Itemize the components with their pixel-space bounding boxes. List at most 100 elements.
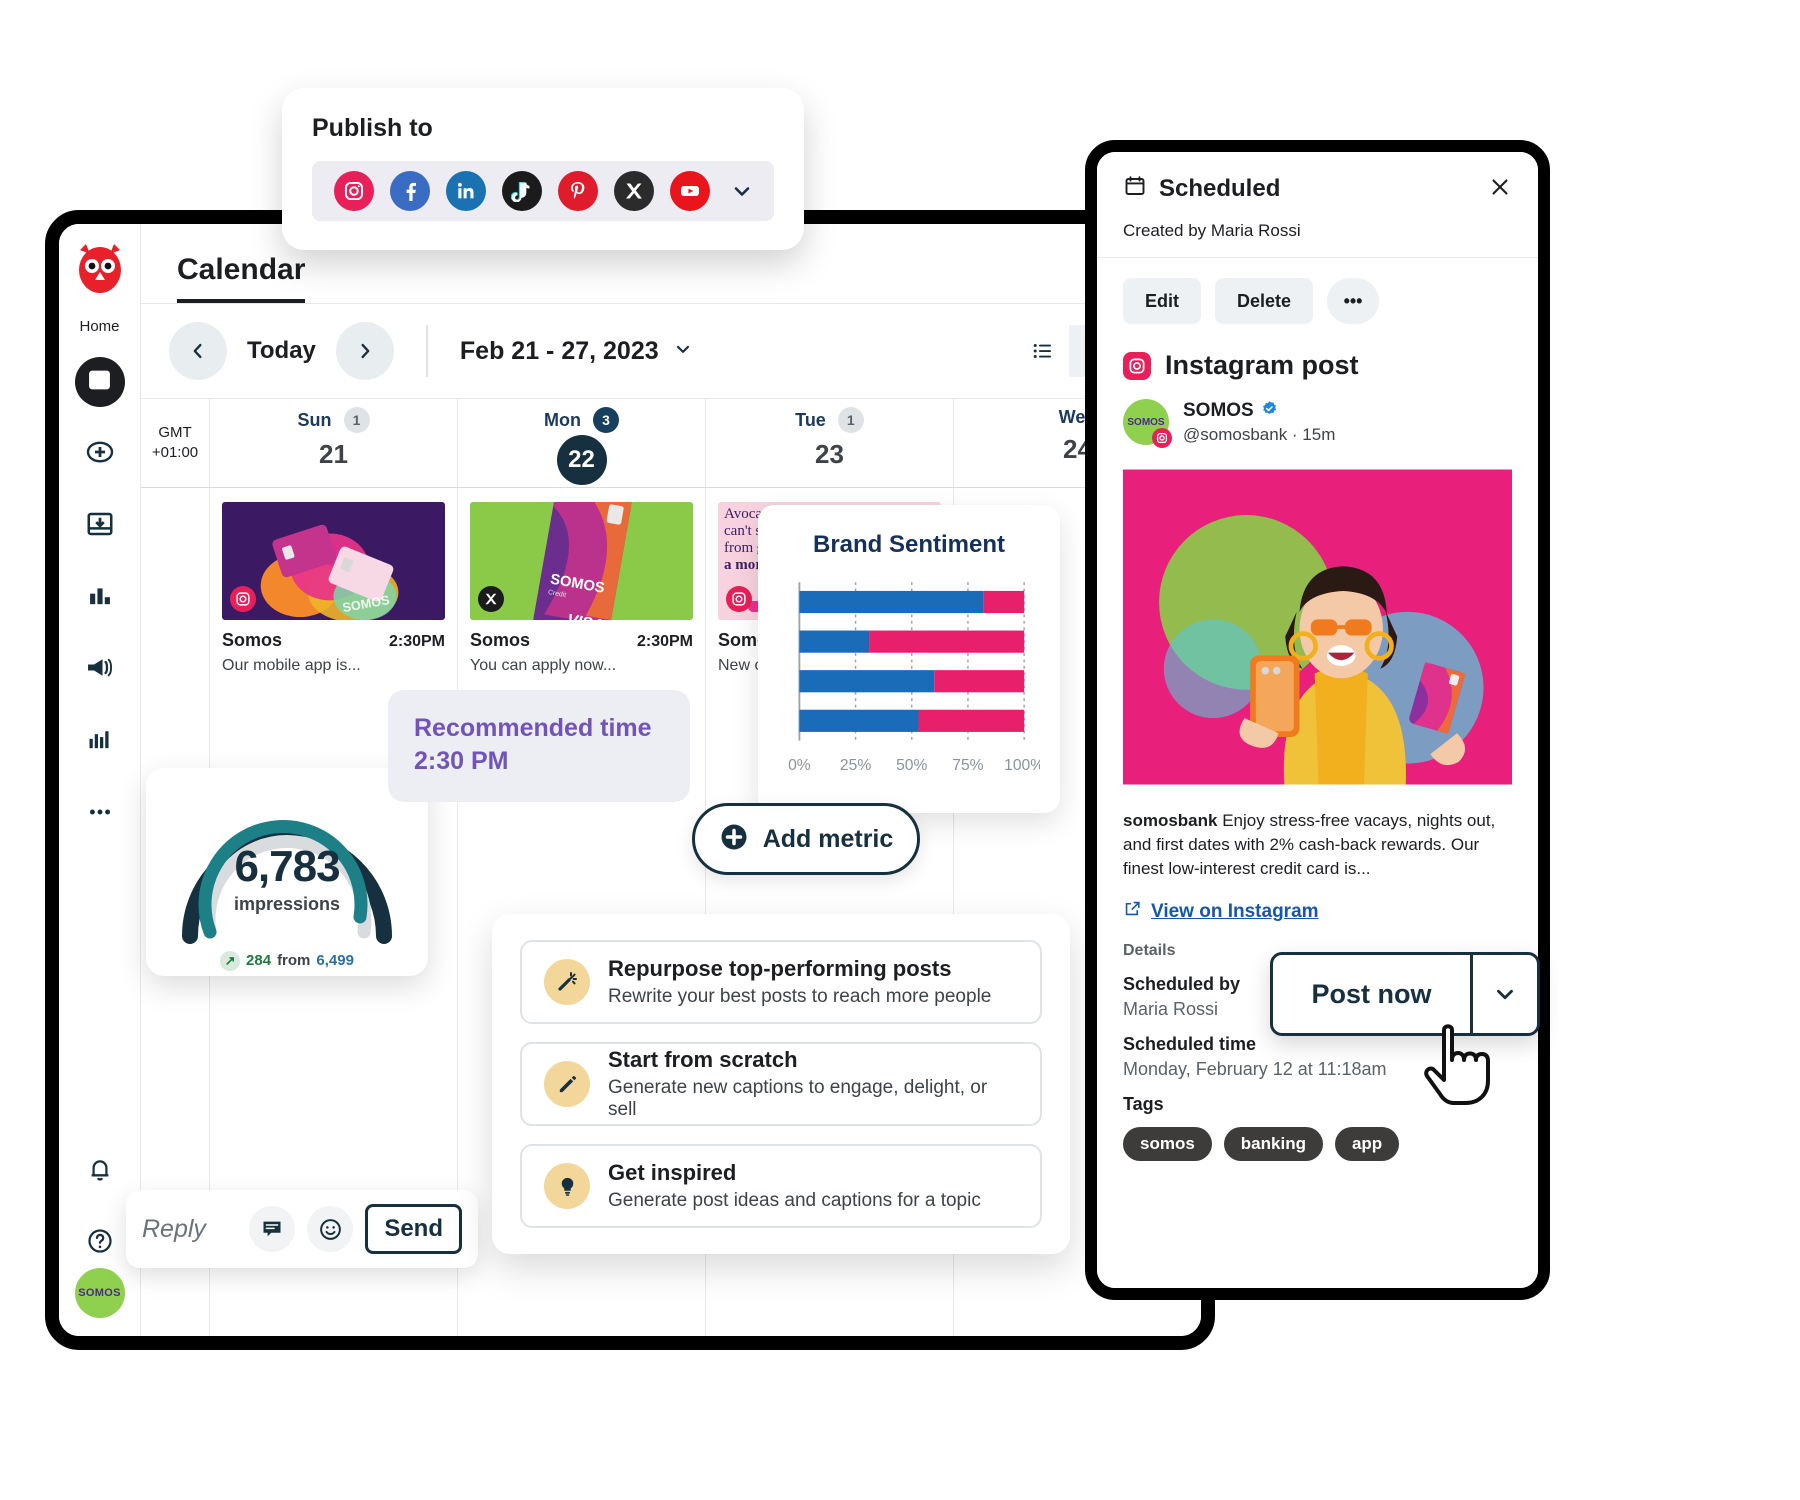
chevron-down-icon: [673, 337, 693, 366]
youtube-icon[interactable]: [670, 171, 710, 211]
instagram-icon: [726, 586, 752, 612]
instagram-icon: [1123, 351, 1151, 380]
instagram-icon[interactable]: [334, 171, 374, 211]
calendar-icon: [87, 367, 112, 397]
sidebar-item-inbox[interactable]: [75, 501, 125, 551]
facebook-icon[interactable]: [390, 171, 430, 211]
social-network-row: [312, 161, 774, 221]
sidebar: Home SOMOS: [59, 224, 141, 1336]
day-number: 21: [319, 439, 348, 469]
created-by-text: Created by Maria Rossi: [1123, 221, 1301, 240]
sidebar-item-analytics[interactable]: [75, 573, 125, 623]
sidebar-item-calendar[interactable]: [74, 357, 125, 407]
impressions-gauge-card: 6,783 impressions ↗ 284 from 6,499: [146, 768, 428, 976]
sidebar-item-create[interactable]: [75, 429, 125, 479]
delta-previous-value: 6,499: [316, 952, 354, 969]
smiley-icon[interactable]: [307, 1206, 354, 1252]
screenshot-root: Home SOMOS Calendar Today Feb 21 - 27, 2…: [0, 0, 1800, 1500]
external-link-icon: [1123, 899, 1142, 924]
linkedin-icon[interactable]: [446, 171, 486, 211]
add-metric-button[interactable]: Add metric: [692, 803, 920, 875]
svg-text:50%: 50%: [896, 757, 927, 774]
post-card[interactable]: SOMOS Credit VISA: [470, 502, 693, 675]
ai-option-title: Repurpose top-performing posts: [608, 956, 952, 981]
calendar-toolbar: Today Feb 21 - 27, 2023: [141, 304, 1201, 398]
day-number: 23: [815, 439, 844, 469]
sidebar-item-streams[interactable]: [75, 717, 125, 767]
calendar-icon: [1123, 174, 1147, 203]
post-time: 2:30PM: [636, 633, 693, 650]
tab-calendar[interactable]: Calendar: [177, 253, 306, 303]
post-image: [1123, 461, 1512, 793]
view-list-button[interactable]: [1017, 325, 1069, 377]
prev-week-button[interactable]: [169, 322, 227, 380]
brand-sentiment-chart: 0% 25% 50% 75% 100%: [788, 582, 1040, 774]
impressions-delta: ↗ 284 from 6,499: [162, 950, 412, 971]
view-on-instagram-link[interactable]: View on Instagram: [1123, 899, 1512, 924]
tag-chip[interactable]: somos: [1123, 1127, 1212, 1162]
svg-text:75%: 75%: [952, 757, 983, 774]
date-range-selector[interactable]: Feb 21 - 27, 2023: [460, 337, 693, 366]
timezone-line-1: GMT: [158, 423, 192, 441]
thumb-headline-3a: from: [724, 540, 757, 557]
delta-value: 284: [246, 952, 272, 969]
tiktok-icon[interactable]: [502, 171, 542, 211]
ai-option-inspired[interactable]: Get inspired Generate post ideas and cap…: [520, 1144, 1042, 1228]
delete-button[interactable]: Delete: [1215, 278, 1314, 324]
plus-circle-filled-icon: [719, 822, 749, 857]
svg-text:25%: 25%: [840, 757, 871, 774]
brand-sentiment-card: Brand Sentiment 0% 25% 50% 75% 100%: [758, 505, 1060, 813]
bell-icon: [86, 1155, 114, 1188]
account-name: SOMOS: [1183, 400, 1254, 421]
chevron-down-icon[interactable]: [730, 179, 754, 203]
view-on-instagram-label: View on Instagram: [1151, 900, 1319, 922]
sidebar-item-help[interactable]: [75, 1218, 125, 1268]
more-options-button[interactable]: •••: [1327, 278, 1380, 324]
ai-option-subtitle: Generate new captions to engage, delight…: [608, 1077, 988, 1120]
post-account: Somos: [222, 630, 283, 650]
hootsuite-owl-logo: [72, 240, 128, 296]
instagram-icon: [1152, 428, 1172, 448]
post-preview-text: You can apply now...: [470, 657, 617, 674]
avatar[interactable]: SOMOS: [74, 1268, 125, 1318]
plus-circle-icon: [85, 437, 115, 472]
post-card[interactable]: SOMOS Somos 2:30PM Our mobile app is...: [222, 502, 445, 675]
close-icon[interactable]: [1488, 175, 1512, 203]
reply-input[interactable]: Reply: [142, 1215, 237, 1244]
day-header-tue[interactable]: Tue 1 23: [705, 399, 953, 487]
scheduled-title: Scheduled: [1159, 174, 1281, 202]
scheduled-actions: Edit Delete •••: [1123, 278, 1512, 324]
x-twitter-icon[interactable]: [614, 171, 654, 211]
comment-icon[interactable]: [249, 1206, 296, 1252]
ai-option-title: Get inspired: [608, 1160, 737, 1185]
pinterest-icon[interactable]: [558, 171, 598, 211]
edit-button[interactable]: Edit: [1123, 278, 1201, 324]
next-week-button[interactable]: [335, 322, 394, 380]
day-post-count: 1: [343, 407, 370, 433]
day-post-count: 1: [837, 407, 864, 433]
ai-option-scratch[interactable]: Start from scratch Generate new captions…: [520, 1042, 1042, 1126]
today-button[interactable]: Today: [243, 337, 320, 365]
chevron-down-icon[interactable]: [1473, 981, 1537, 1007]
sidebar-item-more[interactable]: [75, 789, 125, 839]
day-header-mon[interactable]: Mon 3 22: [457, 399, 705, 487]
timezone-line-2: +01:00: [151, 444, 199, 461]
x-twitter-icon: [478, 586, 504, 612]
magic-wand-icon: [544, 959, 590, 1005]
send-button[interactable]: Send: [365, 1204, 462, 1254]
day-header-sun[interactable]: Sun 1 21: [209, 399, 457, 487]
sidebar-home-label: Home: [79, 318, 120, 335]
date-range-label: Feb 21 - 27, 2023: [459, 336, 659, 365]
bar-chart-icon: [86, 582, 114, 615]
tag-chip[interactable]: banking: [1223, 1127, 1323, 1162]
day-post-count: 3: [592, 407, 619, 433]
scheduled-panel-header: Scheduled: [1123, 174, 1512, 203]
avatar-label: SOMOS: [1127, 416, 1165, 428]
sidebar-item-advertise[interactable]: [75, 645, 125, 695]
day-number-today: 22: [556, 435, 607, 485]
ai-option-subtitle: Rewrite your best posts to reach more pe…: [608, 986, 992, 1007]
tag-chip[interactable]: app: [1334, 1127, 1400, 1162]
sidebar-item-notifications[interactable]: [75, 1146, 125, 1196]
ai-option-repurpose[interactable]: Repurpose top-performing posts Rewrite y…: [520, 940, 1042, 1024]
caption-author: somosbank: [1123, 811, 1218, 830]
